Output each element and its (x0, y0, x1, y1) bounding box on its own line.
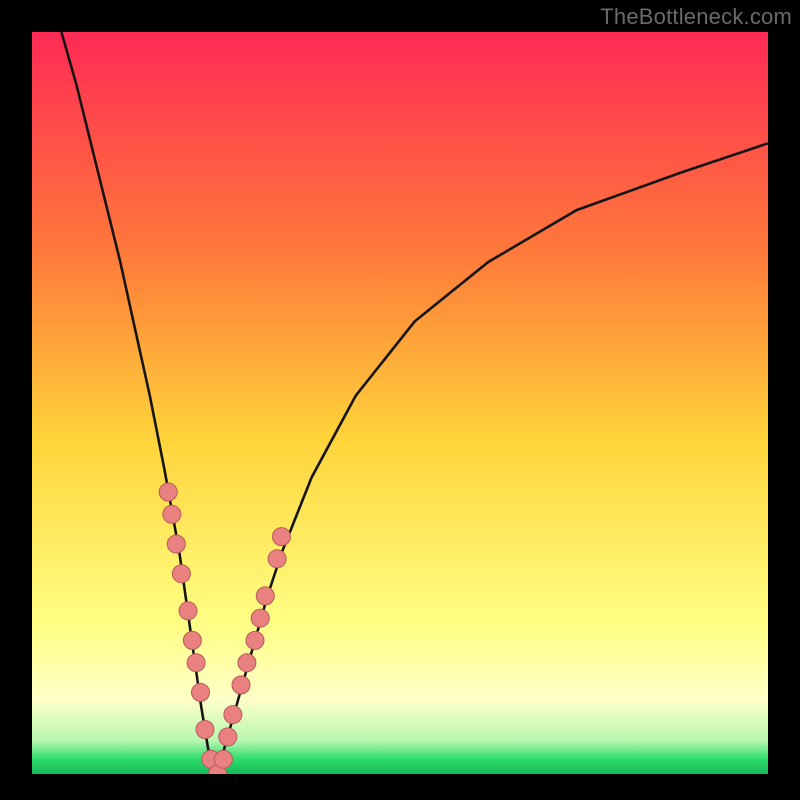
highlight-dot (238, 654, 256, 672)
highlight-dot (232, 676, 250, 694)
highlight-dot (268, 550, 286, 568)
gradient-background (32, 32, 768, 774)
highlight-dot (246, 631, 264, 649)
watermark-text: TheBottleneck.com (600, 4, 792, 30)
highlight-dot (159, 483, 177, 501)
bottleneck-chart (32, 32, 768, 774)
highlight-dot (273, 528, 291, 546)
highlight-dot (256, 587, 274, 605)
highlight-dot (179, 602, 197, 620)
highlight-dot (196, 721, 214, 739)
highlight-dot (167, 535, 185, 553)
highlight-dot (183, 631, 201, 649)
highlight-dot (192, 683, 210, 701)
highlight-dot (163, 505, 181, 523)
chart-frame: TheBottleneck.com (0, 0, 800, 800)
highlight-dot (251, 609, 269, 627)
highlight-dot (214, 750, 232, 768)
highlight-dot (172, 565, 190, 583)
highlight-dot (187, 654, 205, 672)
highlight-dot (224, 706, 242, 724)
highlight-dot (219, 728, 237, 746)
